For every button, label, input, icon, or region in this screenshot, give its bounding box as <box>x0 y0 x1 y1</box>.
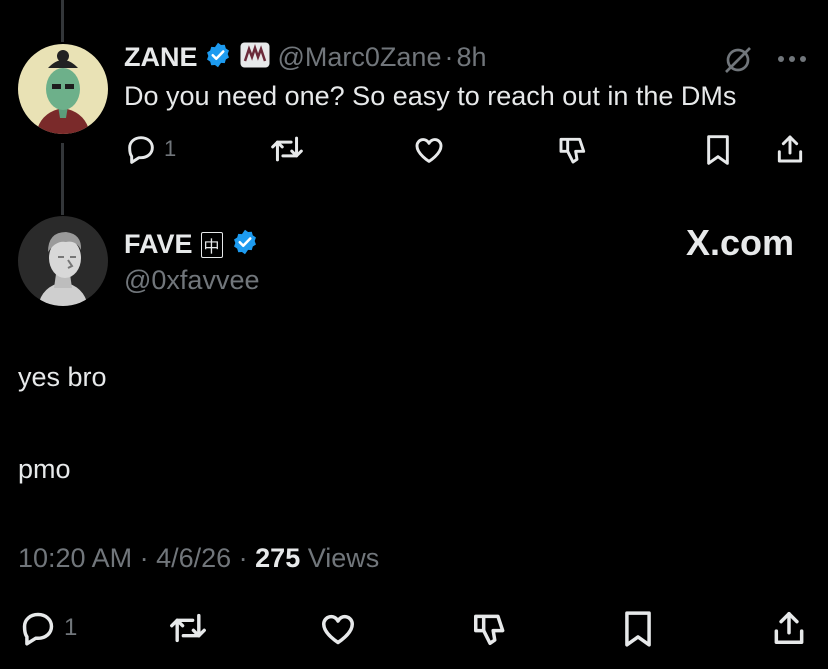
reply-count: 1 <box>164 136 177 161</box>
reply-display-name[interactable]: ZANE <box>124 42 198 73</box>
grok-icon[interactable] <box>722 44 754 76</box>
main-like-button[interactable] <box>318 610 358 648</box>
dislike-button[interactable] <box>556 134 590 166</box>
main-reply-button[interactable]: 1 <box>18 609 77 647</box>
thread-line-top <box>61 0 64 42</box>
verified-icon <box>204 41 232 74</box>
share-button[interactable] <box>774 133 806 165</box>
flair-badge: 中 <box>200 231 223 258</box>
flair-glyph: 中 <box>203 236 220 256</box>
main-bookmark-button[interactable] <box>622 610 654 648</box>
main-display-name[interactable]: FAVE <box>124 229 193 260</box>
reply-dot: · <box>444 42 454 72</box>
sep-1: · <box>132 543 157 573</box>
post-time[interactable]: 10:20 AM <box>18 543 132 573</box>
thread-line-bottom <box>61 143 64 215</box>
repost-button[interactable] <box>268 134 306 164</box>
views-label: Views <box>300 543 380 573</box>
main-repost-button[interactable] <box>166 611 210 645</box>
watermark: X.com <box>685 222 794 263</box>
reply-button[interactable]: 1 <box>124 133 176 165</box>
main-share-button[interactable] <box>770 609 808 647</box>
like-button[interactable] <box>412 134 446 166</box>
more-icon[interactable] <box>776 52 808 66</box>
reply-header: ZANE @Marc0Zane · 8h <box>124 41 487 74</box>
views-count: 275 <box>255 543 301 573</box>
main-text-line-1: yes bro <box>18 362 107 392</box>
verified-icon <box>231 228 259 261</box>
post-date[interactable]: 4/6/26 <box>156 543 231 573</box>
avatar-zane[interactable] <box>18 44 108 134</box>
main-handle[interactable]: @0xfavvee <box>124 265 259 296</box>
timestamp-row: 10:20 AM · 4/6/26 · 275 Views <box>18 543 379 574</box>
reply-handle[interactable]: @Marc0Zane <box>278 42 442 73</box>
sep-2: · <box>231 543 256 573</box>
affiliate-badge-icon[interactable] <box>240 42 270 73</box>
bookmark-button[interactable] <box>704 134 732 166</box>
main-dislike-button[interactable] <box>470 610 510 648</box>
main-header: FAVE 中 <box>124 228 259 261</box>
main-text-line-2: pmo <box>18 454 71 484</box>
reply-text: Do you need one? So easy to reach out in… <box>124 81 737 111</box>
reply-age[interactable]: 8h <box>456 42 486 73</box>
avatar-fave[interactable] <box>18 216 108 306</box>
main-reply-count: 1 <box>64 614 78 641</box>
